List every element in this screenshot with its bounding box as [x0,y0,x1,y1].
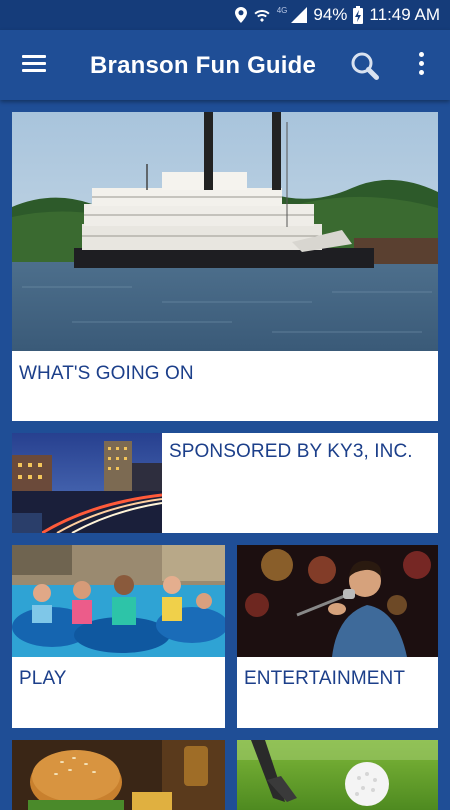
more-vert-icon [414,52,428,75]
overflow-menu-button[interactable] [414,52,428,80]
menu-button[interactable] [22,52,48,78]
card-label: ENTERTAINMENT [244,668,406,689]
battery-percent: 94% [313,5,348,24]
network-type: 4G [276,5,288,15]
riverboat-image [12,112,438,351]
card-label: PLAY [19,668,67,689]
singer-image [237,545,438,657]
battery-charging-icon [353,6,364,24]
app-title: Branson Fun Guide [90,52,317,79]
card-sponsor[interactable]: SPONSORED BY KY3, INC. [12,433,438,533]
search-icon [351,52,379,80]
card-play[interactable]: PLAY [12,545,225,728]
waterpark-image [12,545,225,657]
card-entertainment[interactable]: ENTERTAINMENT [237,545,438,728]
city-night-image [12,433,162,533]
search-button[interactable] [349,50,381,82]
wifi-call-icon [254,10,270,22]
clock: 11:49 AM [369,5,440,24]
hamburger-icon [22,55,48,72]
card-label: WHAT'S GOING ON [19,363,194,384]
signal-icon [291,7,308,23]
app-bar: Branson Fun Guide [0,30,450,100]
status-bar: 4G 94% 11:49 AM [0,0,450,30]
status-icons: 4G 94% 11:49 AM [234,0,440,30]
card-label: SPONSORED BY KY3, INC. [169,441,413,462]
location-icon [234,7,247,23]
card-whats-going-on[interactable]: WHAT'S GOING ON [12,112,438,421]
